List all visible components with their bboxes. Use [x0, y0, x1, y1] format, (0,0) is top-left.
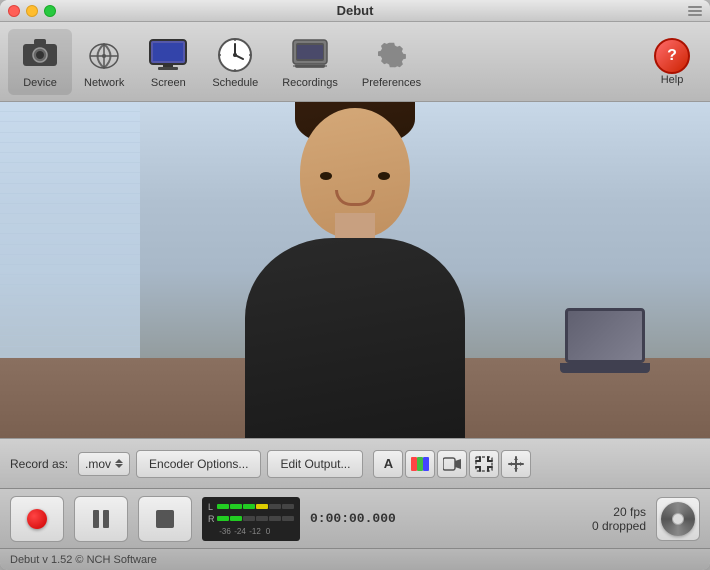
- minimize-button[interactable]: [26, 5, 38, 17]
- window-title: Debut: [337, 3, 374, 18]
- network-icon: [84, 35, 124, 75]
- toolbar-item-help[interactable]: ? Help: [642, 32, 702, 92]
- meter-seg: [282, 516, 294, 521]
- status-bar: Debut v 1.52 © NCH Software: [0, 548, 710, 570]
- video-settings-button[interactable]: [437, 450, 467, 478]
- meter-seg: [243, 504, 255, 509]
- video-settings-icon: [443, 457, 461, 471]
- controls-bar: Record as: .mov Encoder Options... Edit …: [0, 438, 710, 488]
- meter-seg: [217, 516, 229, 521]
- recordings-icon: [290, 35, 330, 75]
- meter-seg: [217, 504, 229, 509]
- meter-seg: [243, 516, 255, 521]
- dropped-value: 0 dropped: [592, 519, 646, 533]
- person-eyes: [320, 172, 390, 180]
- meter-seg: [230, 504, 242, 509]
- toolbar-item-preferences[interactable]: Preferences: [350, 29, 433, 95]
- stop-icon: [156, 510, 174, 528]
- meter-label-36: -36: [218, 527, 232, 536]
- meter-seg: [282, 504, 294, 509]
- meter-seg: [269, 504, 281, 509]
- app-window: Debut Device: [0, 0, 710, 570]
- toolbar-item-schedule[interactable]: Schedule: [200, 29, 270, 95]
- video-area: [0, 102, 710, 438]
- laptop-base: [560, 363, 650, 373]
- playback-row: L R: [0, 488, 710, 548]
- meter-label-24: -24: [233, 527, 247, 536]
- text-overlay-button[interactable]: A: [373, 450, 403, 478]
- record-button[interactable]: [10, 496, 64, 542]
- select-arrows: [115, 459, 123, 468]
- move-button[interactable]: [501, 450, 531, 478]
- meter-seg: [269, 516, 281, 521]
- disc-icon: [661, 502, 695, 536]
- record-dot-icon: [27, 509, 47, 529]
- meter-seg: [230, 516, 242, 521]
- toolbar-item-device[interactable]: Device: [8, 29, 72, 95]
- recordings-label: Recordings: [282, 77, 338, 89]
- person-body: [245, 238, 465, 438]
- maximize-button[interactable]: [44, 5, 56, 17]
- network-label: Network: [84, 77, 124, 89]
- move-icon: [507, 455, 525, 473]
- fps-display: 20 fps 0 dropped: [592, 505, 646, 533]
- crop-icon: [475, 456, 493, 472]
- format-select[interactable]: .mov: [78, 452, 130, 476]
- title-bar: Debut: [0, 0, 710, 22]
- select-up-arrow: [115, 459, 123, 463]
- disc-button[interactable]: [656, 497, 700, 541]
- window-controls: [8, 5, 56, 17]
- meter-seg: [256, 516, 268, 521]
- device-label: Device: [23, 77, 57, 89]
- screen-icon: [148, 35, 188, 75]
- meter-label-0: 0: [263, 527, 273, 536]
- version-label: Debut v 1.52 © NCH Software: [10, 554, 157, 566]
- pause-icon: [93, 510, 109, 528]
- eye-left: [320, 172, 332, 180]
- format-value: .mov: [85, 457, 111, 471]
- video-preview: [0, 102, 710, 438]
- color-adjust-icon: [411, 457, 429, 471]
- video-laptop: [560, 308, 650, 378]
- toolbar-item-screen[interactable]: Screen: [136, 29, 200, 95]
- time-display: 0:00:00.000: [310, 511, 396, 526]
- preferences-label: Preferences: [362, 77, 421, 89]
- time-value: 0:00:00.000: [310, 511, 396, 526]
- video-person: [205, 102, 505, 438]
- schedule-label: Schedule: [212, 77, 258, 89]
- screen-label: Screen: [151, 77, 186, 89]
- resize-icon: [688, 6, 702, 16]
- device-icon: [20, 35, 60, 75]
- meter-seg: [256, 504, 268, 509]
- close-button[interactable]: [8, 5, 20, 17]
- audio-meter: L R: [202, 497, 300, 541]
- toolbar-item-recordings[interactable]: Recordings: [270, 29, 350, 95]
- select-down-arrow: [115, 464, 123, 468]
- laptop-screen: [565, 308, 645, 363]
- pause-button[interactable]: [74, 496, 128, 542]
- help-label: Help: [661, 74, 684, 86]
- toolbar-item-network[interactable]: Network: [72, 29, 136, 95]
- stop-button[interactable]: [138, 496, 192, 542]
- text-overlay-icon: A: [384, 456, 393, 471]
- fps-value: 20 fps: [592, 505, 646, 519]
- toolbar: Device Network: [0, 22, 710, 102]
- meter-label-12: -12: [248, 527, 262, 536]
- icon-buttons: A: [373, 450, 531, 478]
- record-as-label: Record as:: [10, 457, 68, 471]
- encoder-options-button[interactable]: Encoder Options...: [136, 450, 261, 478]
- preferences-icon: [372, 35, 412, 75]
- edit-output-button[interactable]: Edit Output...: [267, 450, 363, 478]
- crop-button[interactable]: [469, 450, 499, 478]
- title-bar-right: [688, 6, 702, 16]
- help-icon: ?: [654, 38, 690, 74]
- color-adjust-button[interactable]: [405, 450, 435, 478]
- eye-right: [378, 172, 390, 180]
- schedule-icon: [215, 35, 255, 75]
